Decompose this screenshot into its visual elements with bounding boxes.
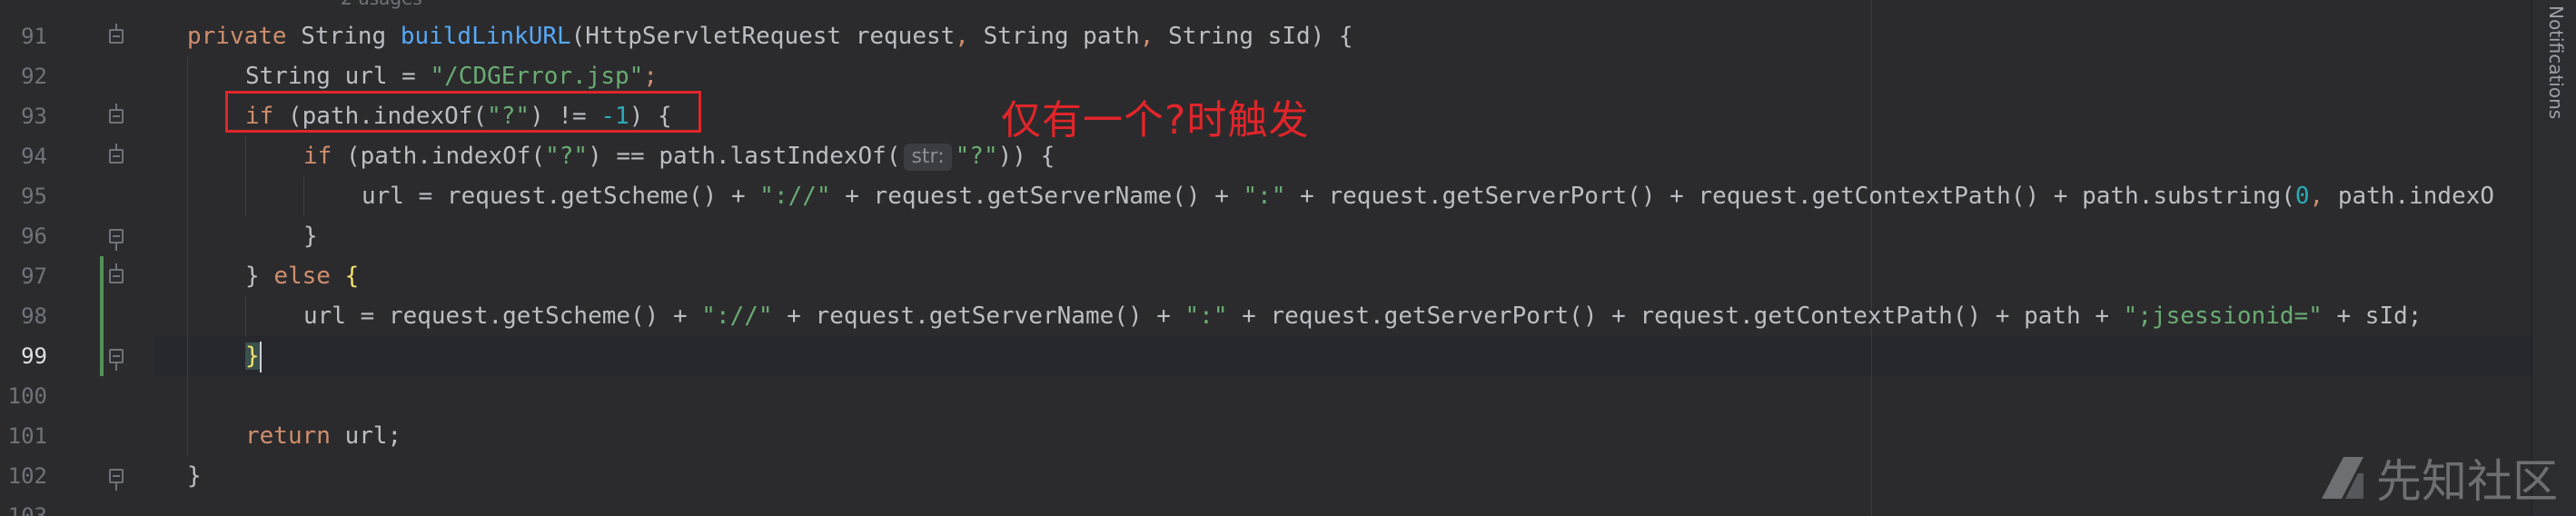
- code-text: String sId) {: [1154, 23, 1353, 50]
- string-literal: "?": [955, 143, 998, 170]
- code-line-94[interactable]: if (path.indexOf("?") == path.lastIndexO…: [303, 136, 1055, 176]
- code-text: url;: [330, 422, 402, 450]
- text-caret: [259, 341, 262, 372]
- string-literal: "://": [759, 183, 831, 210]
- string-literal: ":": [1243, 183, 1286, 210]
- keyword: else: [273, 263, 331, 290]
- code-editor[interactable]: 91 92 93 94 95 96 97 98 99 100 101 102 1…: [0, 0, 2576, 516]
- code-text: String: [286, 23, 401, 50]
- line-number[interactable]: 91: [0, 16, 47, 56]
- code-text: (HttpServletRequest request: [570, 23, 956, 50]
- code-text: + sId;: [2322, 303, 2422, 330]
- code-line-95[interactable]: url = request.getScheme() + "://" + requ…: [362, 176, 2494, 216]
- matched-brace: }: [245, 342, 260, 370]
- fold-collapse-icon[interactable]: [109, 24, 124, 44]
- annotation-text: 仅有一个?时触发: [1001, 97, 1310, 144]
- fold-end-icon[interactable]: [109, 469, 124, 491]
- code-line-99[interactable]: }: [245, 336, 262, 376]
- code-text: url = request.getScheme() +: [362, 183, 760, 210]
- line-number[interactable]: 98: [0, 296, 47, 336]
- method-name: buildLinkURL: [400, 23, 571, 50]
- fold-end-icon[interactable]: [109, 229, 124, 251]
- editor-gutter[interactable]: 91 92 93 94 95 96 97 98 99 100 101 102 1…: [0, 0, 154, 516]
- code-text: + request.getServerPort() + request.getC…: [1285, 183, 2295, 210]
- notifications-tab[interactable]: Notifications: [2545, 5, 2567, 119]
- annotation-highlight-box: [225, 91, 701, 133]
- line-number[interactable]: 103: [0, 496, 47, 516]
- fold-collapse-icon[interactable]: [109, 263, 124, 283]
- code-line-96[interactable]: }: [303, 216, 318, 256]
- keyword: private: [187, 23, 287, 50]
- watermark-logo-icon: [2318, 453, 2367, 502]
- code-text: String url =: [245, 63, 431, 90]
- watermark-text: 先知社区: [2376, 455, 2558, 508]
- line-number[interactable]: 97: [0, 256, 47, 296]
- code-text: }: [303, 223, 318, 250]
- line-number[interactable]: 100: [0, 376, 47, 416]
- line-number[interactable]: 102: [0, 456, 47, 496]
- line-number[interactable]: 93: [0, 96, 47, 136]
- code-line-101[interactable]: return url;: [245, 416, 401, 456]
- string-literal: "://": [701, 303, 773, 330]
- code-text: url = request.getScheme() +: [303, 303, 702, 330]
- code-line-98[interactable]: url = request.getScheme() + "://" + requ…: [303, 296, 2422, 336]
- code-text: + request.getServerName() +: [830, 183, 1243, 210]
- code-text: }: [245, 263, 274, 290]
- code-text: path.indexO: [2323, 183, 2495, 210]
- code-line-97[interactable]: } else {: [245, 256, 359, 296]
- watermark: 先知社区: [2318, 445, 2558, 511]
- code-line-91[interactable]: private String buildLinkURL(HttpServletR…: [187, 16, 1353, 56]
- line-number[interactable]: 101: [0, 416, 47, 456]
- code-text: + request.getServerName() +: [772, 303, 1185, 330]
- line-number[interactable]: 94: [0, 136, 47, 176]
- comma: ,: [2309, 183, 2324, 210]
- code-line-102[interactable]: }: [187, 456, 202, 496]
- keyword: return: [245, 422, 331, 450]
- fold-end-icon[interactable]: [109, 349, 124, 371]
- right-tool-strip[interactable]: Notifications: [2531, 0, 2576, 516]
- keyword: if: [303, 143, 332, 170]
- fold-collapse-icon[interactable]: [109, 104, 124, 124]
- string-literal: ":": [1184, 303, 1228, 330]
- comma: ,: [1139, 23, 1154, 50]
- string-literal: "/CDGError.jsp": [430, 63, 644, 90]
- line-number[interactable]: 95: [0, 176, 47, 216]
- code-text: String path: [968, 23, 1140, 50]
- number-literal: 0: [2294, 183, 2310, 210]
- code-text: (path.indexOf(: [332, 143, 546, 170]
- fold-collapse-icon[interactable]: [109, 144, 124, 164]
- code-text: )) {: [997, 143, 1055, 170]
- semicolon: ;: [643, 63, 658, 90]
- line-number[interactable]: 92: [0, 56, 47, 96]
- string-literal: ";jsessionid=": [2123, 303, 2323, 330]
- brace: {: [344, 263, 360, 290]
- code-area[interactable]: 2 usages private String buildLinkURL(Htt…: [154, 0, 2532, 516]
- line-number[interactable]: 96: [0, 216, 47, 256]
- usages-hint[interactable]: 2 usages: [341, 0, 422, 9]
- code-text: ) == path.lastIndexOf(: [588, 143, 901, 170]
- parameter-hint: str:: [904, 143, 952, 171]
- code-text: + request.getServerPort() + request.getC…: [1227, 303, 2124, 330]
- code-text: }: [187, 462, 202, 490]
- line-number-current[interactable]: 99: [0, 336, 47, 376]
- string-literal: "?": [545, 143, 589, 170]
- vcs-change-marker[interactable]: [100, 256, 104, 376]
- comma: ,: [955, 23, 969, 50]
